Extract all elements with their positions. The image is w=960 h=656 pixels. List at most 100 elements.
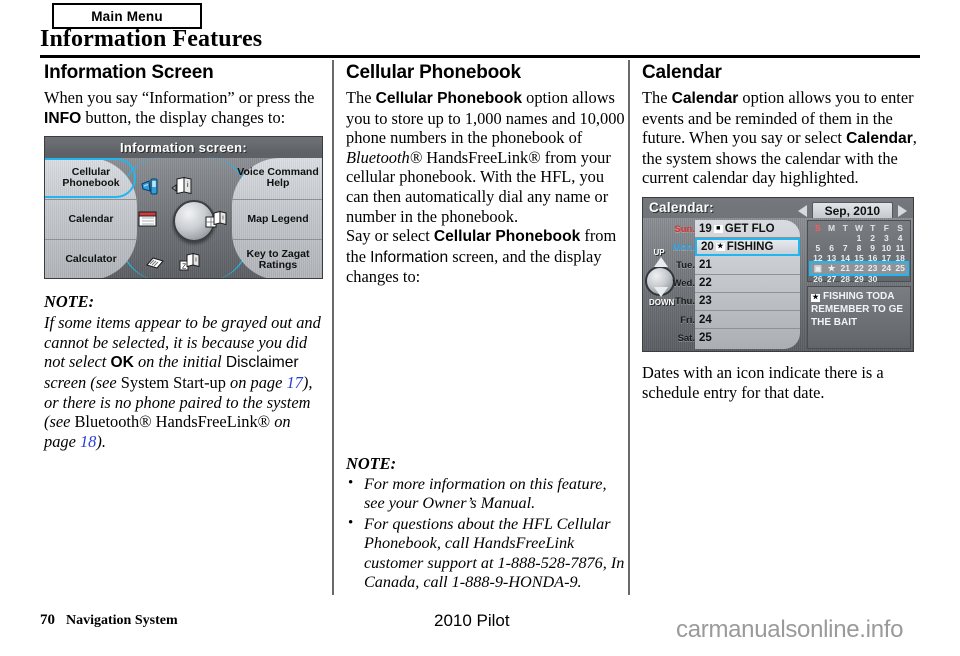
mini-day-cell[interactable] <box>880 274 894 284</box>
footer-section-label: Navigation System <box>66 613 178 628</box>
calendar-entry-row[interactable]: 19 ■ GET FLO <box>695 220 800 239</box>
mini-day-cell[interactable]: 6 <box>825 243 839 253</box>
page-link-18[interactable]: 18 <box>80 432 96 451</box>
mini-day-cell[interactable]: 24 <box>879 262 894 274</box>
note-list-item: For more information on this feature, se… <box>346 474 628 514</box>
entry-date: 23 <box>699 295 712 308</box>
mini-day-cell[interactable]: 28 <box>838 274 852 284</box>
calendar-entry-list: 19 ■ GET FLO 20 ★ FISHING 21 22 23 24 25 <box>695 219 800 349</box>
entry-date: 19 <box>699 222 712 235</box>
nav-item-map-legend[interactable]: Map Legend <box>232 198 322 240</box>
mini-day-cell[interactable]: 10 <box>880 243 894 253</box>
weekday-label: Sun. <box>674 223 695 235</box>
star-icon: ★ <box>715 243 725 252</box>
mini-day-cell-star-icon[interactable]: ★ <box>824 262 839 274</box>
nav-item-key-to-zagat-ratings[interactable]: Key to Zagat Ratings <box>232 239 322 278</box>
mini-day-cell[interactable]: 27 <box>825 274 839 284</box>
calendar-entry-row[interactable]: 24 <box>695 311 800 330</box>
calendar-entry-row[interactable]: 22 <box>695 275 800 293</box>
svg-text:i: i <box>195 257 196 264</box>
mini-day-cell[interactable]: 14 <box>838 253 852 263</box>
entry-date: 21 <box>699 258 712 271</box>
nav-screen-stage: Cellular Phonebook Calendar Calculator V… <box>45 157 322 279</box>
mini-day-cell[interactable]: 29 <box>852 274 866 284</box>
mini-weekday-header: W <box>854 222 863 233</box>
para-text-c: button, the display changes to: <box>81 107 286 127</box>
mini-calendar-week-row-highlighted: ▣ ★ 21 22 23 24 25 <box>809 260 909 276</box>
entry-date: 25 <box>699 332 712 345</box>
mini-day-cell[interactable]: 9 <box>866 243 880 253</box>
note-text-7: ). <box>96 431 106 451</box>
nav-item-cellular-phonebook[interactable]: Cellular Phonebook <box>45 158 137 199</box>
information-screen-heading: Information Screen <box>44 62 214 83</box>
middle-note-heading: NOTE: <box>346 453 397 473</box>
cellular-phonebook-heading: Cellular Phonebook <box>346 62 521 83</box>
mini-day-cell[interactable]: 8 <box>852 243 866 253</box>
nav-item-calculator[interactable]: Calculator <box>45 239 137 278</box>
mini-day-cell[interactable]: 26 <box>811 274 825 284</box>
mini-day-cell[interactable] <box>893 274 907 284</box>
calendar-entry-row-selected[interactable]: 20 ★ FISHING <box>695 238 800 257</box>
event-detail-line-1: ★ FISHING TODA <box>811 290 907 303</box>
mini-day-cell[interactable]: 17 <box>880 253 894 263</box>
calendar-option-label: Calendar <box>671 90 739 107</box>
mini-day-cell[interactable]: 3 <box>880 233 894 243</box>
page-number: 70 <box>40 612 55 628</box>
calendar-paragraph: The Calendar option allows you to enter … <box>642 88 922 188</box>
mini-weekday-header: S <box>897 222 903 233</box>
svg-text:Z: Z <box>182 264 187 271</box>
event-detail-line-3: THE BAIT <box>811 316 858 328</box>
mini-day-cell[interactable]: 11 <box>893 243 907 253</box>
right-arrow-icon[interactable] <box>898 204 907 217</box>
mini-month-calendar: S M T W T F S 1 2 3 4 5 6 7 8 9 10 11 12… <box>807 219 911 284</box>
calendar-icon <box>138 210 158 228</box>
mini-day-cell[interactable] <box>838 233 852 243</box>
mini-day-cell[interactable]: 23 <box>865 262 880 274</box>
calendar-entry-row[interactable]: 25 <box>695 329 800 347</box>
mini-day-cell[interactable]: 21 <box>838 262 853 274</box>
information-screen-label: Information <box>370 248 449 266</box>
mini-day-cell[interactable]: 18 <box>893 253 907 263</box>
model-label: 2010 Pilot <box>434 611 510 630</box>
note-text-4: on page <box>225 372 287 392</box>
entry-date: 24 <box>699 313 712 326</box>
system-startup-reference: System Start-up <box>120 372 226 392</box>
mini-day-cell[interactable]: 16 <box>866 253 880 263</box>
mini-day-cell-person-icon[interactable]: ▣ <box>811 262 825 274</box>
note-text-3: screen (see <box>44 372 121 392</box>
weekday-label-column: Sun. Mon. Tue. Wed. Thu. Fri. Sat. <box>651 220 697 349</box>
calendar-entry-row[interactable]: 21 <box>695 256 800 275</box>
calendar-screen-body: UP DOWN Sun. Mon. Tue. Wed. Thu. Fri. Sa… <box>643 217 913 351</box>
page-link-17[interactable]: 17 <box>286 373 302 392</box>
column-divider-2 <box>628 60 630 595</box>
mini-day-cell[interactable]: 22 <box>852 262 866 274</box>
mini-day-cell[interactable]: 15 <box>852 253 866 263</box>
weekday-label: Sat. <box>677 332 695 344</box>
page-title: Information Features <box>40 26 263 52</box>
middle-column: Cellular Phonebook The Cellular Phoneboo… <box>346 62 628 593</box>
mini-day-cell[interactable]: 4 <box>893 233 907 243</box>
mini-day-cell[interactable]: 12 <box>811 253 825 263</box>
mini-day-cell[interactable]: 7 <box>838 243 852 253</box>
left-arrow-icon[interactable] <box>797 204 807 217</box>
mini-day-cell[interactable] <box>825 233 839 243</box>
mini-weekday-header: S <box>815 222 821 233</box>
mini-day-cell[interactable]: 30 <box>866 274 880 284</box>
mid-p1-a: The <box>346 88 376 107</box>
mini-day-cell[interactable]: 25 <box>893 262 907 274</box>
mini-day-cell[interactable]: 2 <box>866 233 880 243</box>
mini-day-cell[interactable]: 5 <box>811 243 825 253</box>
calendar-entry-row[interactable]: 23 <box>695 293 800 311</box>
svg-text:i: i <box>222 215 223 222</box>
nav-item-calendar[interactable]: Calendar <box>45 198 137 240</box>
calendar-screen-image: Calendar: Sep, 2010 UP DOWN Sun. Mon. Tu… <box>642 196 914 352</box>
disclaimer-screen-label: Disclaimer <box>225 354 299 372</box>
nav-left-menu-panel: Cellular Phonebook Calendar Calculator <box>45 158 137 279</box>
mini-day-cell[interactable]: 13 <box>825 253 839 263</box>
mini-calendar-table: S M T W T F S 1 2 3 4 5 6 7 8 9 10 11 12… <box>809 222 909 284</box>
mini-day-cell[interactable]: 1 <box>852 233 866 243</box>
nav-item-voice-command-help[interactable]: Voice Command Help <box>232 158 322 199</box>
mini-day-cell[interactable] <box>811 233 825 243</box>
calendar-closing-text: Dates with an icon indicate there is a s… <box>642 362 884 402</box>
mid-p2-a: Say or select <box>346 226 434 246</box>
